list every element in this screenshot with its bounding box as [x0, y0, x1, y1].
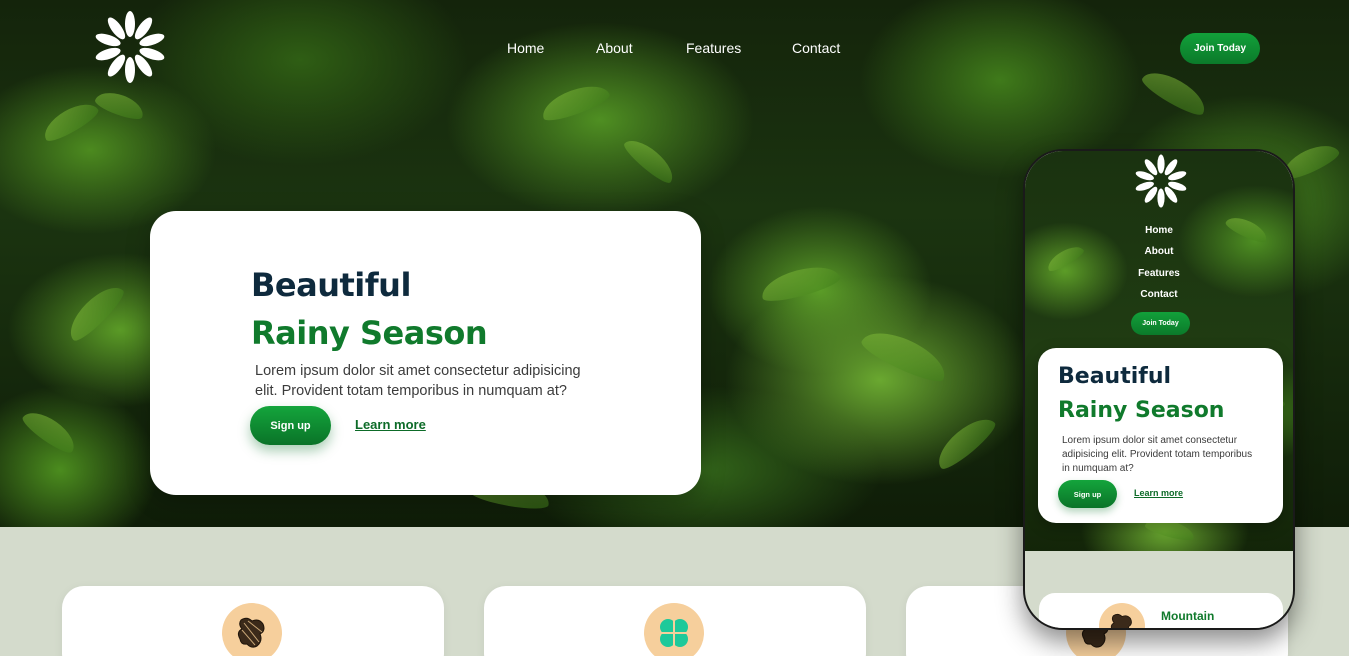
feature-card [62, 586, 444, 656]
flower-logo-icon[interactable] [1133, 153, 1189, 209]
hero-description: Lorem ipsum dolor sit amet consectetur a… [255, 363, 581, 399]
nav-link-contact[interactable]: Contact [792, 40, 840, 56]
mobile-hero-title-line2: Rainy Season [1058, 398, 1225, 423]
mountain-icon [222, 603, 282, 656]
nav-link-features[interactable]: Features [686, 40, 741, 56]
mountain-icon [1099, 603, 1145, 628]
mobile-feature-title: Mountain [1161, 609, 1215, 623]
mobile-nav-link-features[interactable]: Features [1025, 268, 1293, 279]
clover-icon [644, 603, 704, 656]
nav-link-home[interactable]: Home [507, 40, 544, 56]
join-today-button[interactable]: Join Today [1180, 33, 1260, 64]
nav-link-about[interactable]: About [596, 40, 633, 56]
mobile-hero-title-line1: Beautiful [1058, 364, 1172, 389]
mobile-hero-description: Lorem ipsum dolor sit amet consectetur a… [1062, 435, 1253, 474]
feature-card [484, 586, 866, 656]
signup-button[interactable]: Sign up [250, 406, 331, 445]
mobile-feature-card: Mountain [1039, 593, 1283, 628]
learn-more-link[interactable]: Learn more [355, 417, 426, 432]
mobile-nav-link-about[interactable]: About [1025, 246, 1293, 257]
mobile-join-today-button[interactable]: Join Today [1131, 312, 1190, 335]
mobile-nav-link-home[interactable]: Home [1025, 225, 1293, 236]
hero-title-line1: Beautiful [251, 266, 411, 304]
main-nav: Home About Features Contact [0, 40, 1349, 60]
mobile-hero-card: Beautiful Rainy Season Lorem ipsum dolor… [1038, 348, 1283, 523]
mobile-signup-button[interactable]: Sign up [1058, 480, 1117, 508]
hero-card: Beautiful Rainy Season Lorem ipsum dolor… [150, 211, 701, 495]
mobile-preview: Home About Features Contact Join Today B… [1023, 149, 1295, 630]
mobile-learn-more-link[interactable]: Learn more [1134, 488, 1183, 498]
mobile-nav-link-contact[interactable]: Contact [1025, 289, 1293, 300]
hero-title-line2: Rainy Season [251, 314, 488, 352]
